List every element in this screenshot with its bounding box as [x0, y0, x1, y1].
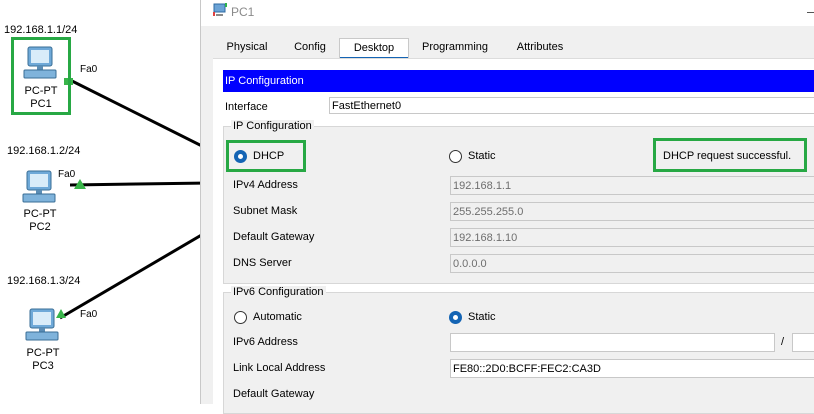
device-ip-label: 192.168.1.3/24 — [7, 275, 81, 287]
ipv6-group-title: IPv6 Configuration — [231, 286, 326, 298]
tab-config[interactable]: Config — [281, 38, 339, 58]
ipv6-address-field[interactable] — [450, 333, 775, 352]
tab-desktop[interactable]: Desktop — [339, 38, 409, 60]
device-type-label: PC-PT — [23, 208, 57, 220]
device-type-label: PC-PT — [24, 85, 58, 97]
dhcp-radio[interactable] — [234, 150, 247, 163]
port-label: Fa0 — [58, 169, 76, 180]
pc-icon[interactable] — [21, 170, 57, 204]
device-name-label: PC1 — [30, 98, 52, 110]
link-pc1 — [69, 78, 210, 152]
device-name-label: PC2 — [29, 221, 51, 233]
ipv4-address-label: IPv4 Address — [233, 179, 298, 191]
link-pc2 — [69, 181, 210, 187]
link-local-label: Link Local Address — [233, 362, 326, 374]
prefix-separator: / — [781, 336, 785, 348]
dhcp-radio-label[interactable]: DHCP — [253, 150, 284, 162]
interface-select[interactable]: FastEthernet0 — [329, 97, 814, 114]
ip-config-header: IP Configuration — [223, 70, 814, 92]
automatic-ipv6-radio[interactable] — [234, 311, 247, 324]
device-ip-label: 192.168.1.2/24 — [7, 145, 81, 157]
pc-icon — [213, 3, 227, 16]
device-name-label: PC3 — [32, 360, 54, 372]
static-ipv4-radio-label[interactable]: Static — [468, 150, 496, 162]
automatic-ipv6-radio-label[interactable]: Automatic — [253, 311, 302, 323]
default-gateway-field[interactable]: 192.168.1.10 — [450, 228, 814, 247]
interface-label: Interface — [225, 101, 268, 113]
topology-workspace[interactable]: 192.168.1.1/24 Fa0 PC-PT PC1 192.168.1.2… — [0, 0, 210, 404]
minimize-icon[interactable] — [807, 12, 814, 13]
static-ipv4-radio[interactable] — [449, 150, 462, 163]
tab-attributes[interactable]: Attributes — [503, 38, 577, 58]
ipv4-address-field[interactable]: 192.168.1.1 — [450, 176, 814, 195]
tab-programming[interactable]: Programming — [407, 38, 503, 58]
pc-icon[interactable] — [22, 46, 58, 80]
static-ipv6-radio-label[interactable]: Static — [468, 311, 496, 323]
subnet-mask-label: Subnet Mask — [233, 205, 298, 217]
device-ip-label: 192.168.1.1/24 — [4, 24, 78, 36]
subnet-mask-field[interactable]: 255.255.255.0 — [450, 202, 814, 221]
pc1-window: PC1 Physical Config Desktop Programming … — [200, 0, 814, 414]
window-titlebar[interactable]: PC1 — [201, 0, 814, 26]
dns-server-label: DNS Server — [233, 257, 292, 269]
ipv6-prefix-field[interactable] — [792, 333, 814, 352]
static-ipv6-radio[interactable] — [449, 311, 462, 324]
port-label: Fa0 — [80, 64, 98, 75]
dhcp-status-text: DHCP request successful. — [663, 150, 792, 162]
link-pc3 — [59, 228, 210, 320]
ipv4-group-title: IP Configuration — [231, 120, 314, 132]
pc-icon[interactable] — [24, 308, 60, 342]
tab-physical[interactable]: Physical — [213, 38, 281, 58]
device-type-label: PC-PT — [26, 347, 60, 359]
port-label: Fa0 — [80, 309, 98, 320]
ipv6-address-label: IPv6 Address — [233, 336, 298, 348]
dns-server-field[interactable]: 0.0.0.0 — [450, 254, 814, 273]
link-local-field[interactable]: FE80::2D0:BCFF:FEC2:CA3D — [450, 359, 814, 378]
ipv6-default-gateway-label: Default Gateway — [233, 388, 315, 400]
window-title: PC1 — [231, 5, 255, 19]
default-gateway-label: Default Gateway — [233, 231, 315, 243]
